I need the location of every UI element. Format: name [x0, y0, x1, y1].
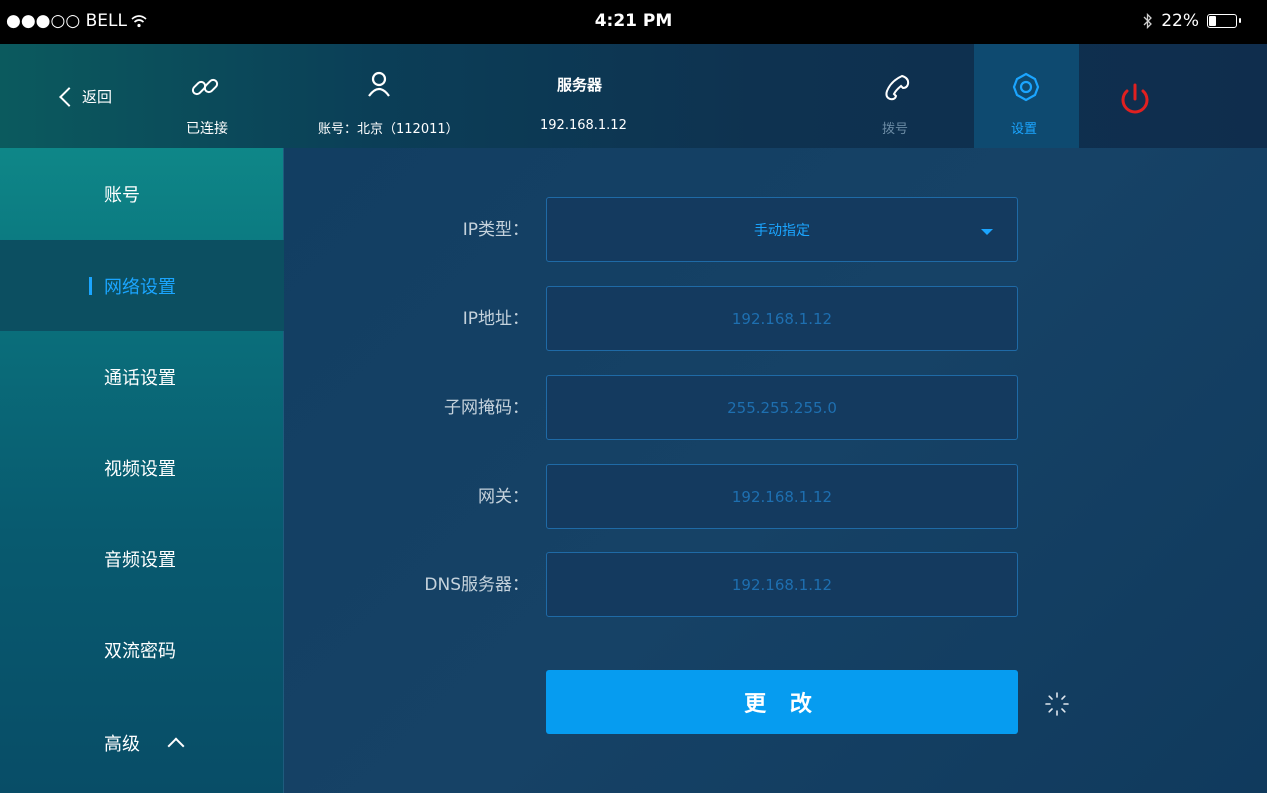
ip-type-label: IP类型：: [462, 220, 529, 240]
sidebar-item-advanced[interactable]: 高级: [0, 697, 284, 788]
dns-placeholder: 192.168.1.12: [731, 575, 833, 594]
sidebar-item-label: 通话设置: [104, 367, 176, 389]
active-indicator: [89, 277, 92, 295]
sidebar-item-label: 账号: [104, 185, 140, 206]
chevron-up-icon: [167, 737, 185, 754]
network-settings-panel: IP类型： 手动指定 IP地址： 192.168.1.12 子网掩码： 255.…: [284, 148, 1267, 793]
sidebar-item-label: 音频设置: [104, 549, 176, 571]
sidebar-item-video[interactable]: 视频设置: [0, 422, 284, 513]
subnet-mask-field[interactable]: 255.255.255.0: [546, 375, 1018, 440]
server-ip: 192.168.1.12: [540, 118, 627, 133]
subnet-mask-placeholder: 255.255.255.0: [727, 398, 837, 417]
sidebar-item-network[interactable]: 网络设置: [0, 240, 284, 331]
status-bar: ●●●○○ BELL 4:21 PM 22%: [0, 0, 1267, 44]
ip-address-placeholder: 192.168.1.12: [731, 309, 833, 328]
sidebar-item-label: 双流密码: [104, 640, 176, 662]
dial-tab[interactable]: 拨号: [860, 44, 940, 148]
gear-icon: [1012, 72, 1040, 102]
loading-spinner-icon: [1045, 692, 1069, 716]
battery-percent: 22%: [1161, 11, 1199, 31]
back-label: 返回: [82, 88, 113, 106]
dns-label: DNS服务器：: [424, 575, 529, 595]
link-icon: [191, 78, 219, 96]
sidebar-item-account[interactable]: 账号: [0, 148, 284, 240]
ip-type-value: 手动指定: [754, 222, 810, 239]
dial-label: 拨号: [882, 122, 909, 137]
sidebar-item-label: 网络设置: [104, 276, 176, 298]
top-bar: 返回 已连接 账号：北京（112011） 服务器 192.168.1.12 拨号: [0, 44, 1267, 148]
sidebar-item-call[interactable]: 通话设置: [0, 331, 284, 422]
settings-label: 设置: [1011, 122, 1038, 137]
dns-field[interactable]: 192.168.1.12: [546, 552, 1018, 617]
ip-address-field[interactable]: 192.168.1.12: [546, 286, 1018, 351]
subnet-mask-label: 子网掩码：: [444, 398, 529, 418]
bluetooth-icon: [1143, 13, 1153, 29]
ip-address-label: IP地址：: [462, 309, 529, 329]
power-icon[interactable]: [1117, 82, 1153, 118]
back-button[interactable]: 返回: [59, 86, 113, 107]
chevron-left-icon: [59, 86, 79, 107]
clock: 4:21 PM: [594, 11, 673, 31]
sidebar: 账号 网络设置 通话设置 视频设置 音频设置 双流密码 高级: [0, 148, 284, 793]
submit-button[interactable]: 更 改: [546, 670, 1018, 734]
dropdown-arrow-icon: [981, 229, 993, 235]
connection-status: 已连接: [186, 121, 228, 137]
sidebar-item-audio[interactable]: 音频设置: [0, 513, 284, 604]
ip-type-select[interactable]: 手动指定: [546, 197, 1018, 262]
sidebar-item-label: 视频设置: [104, 458, 176, 480]
battery-icon: [1207, 14, 1241, 28]
status-right: 22%: [1143, 11, 1241, 31]
account-info: 账号：北京（112011）: [318, 122, 459, 137]
user-icon: [368, 71, 390, 97]
gateway-label: 网关：: [478, 487, 529, 507]
sidebar-item-dual-stream-password[interactable]: 双流密码: [0, 604, 284, 695]
settings-tab[interactable]: 设置: [974, 44, 1079, 148]
gateway-field[interactable]: 192.168.1.12: [546, 464, 1018, 529]
sidebar-item-label: 高级: [104, 733, 140, 755]
gateway-placeholder: 192.168.1.12: [731, 487, 833, 506]
server-title: 服务器: [557, 76, 603, 94]
phone-icon: [885, 74, 910, 101]
